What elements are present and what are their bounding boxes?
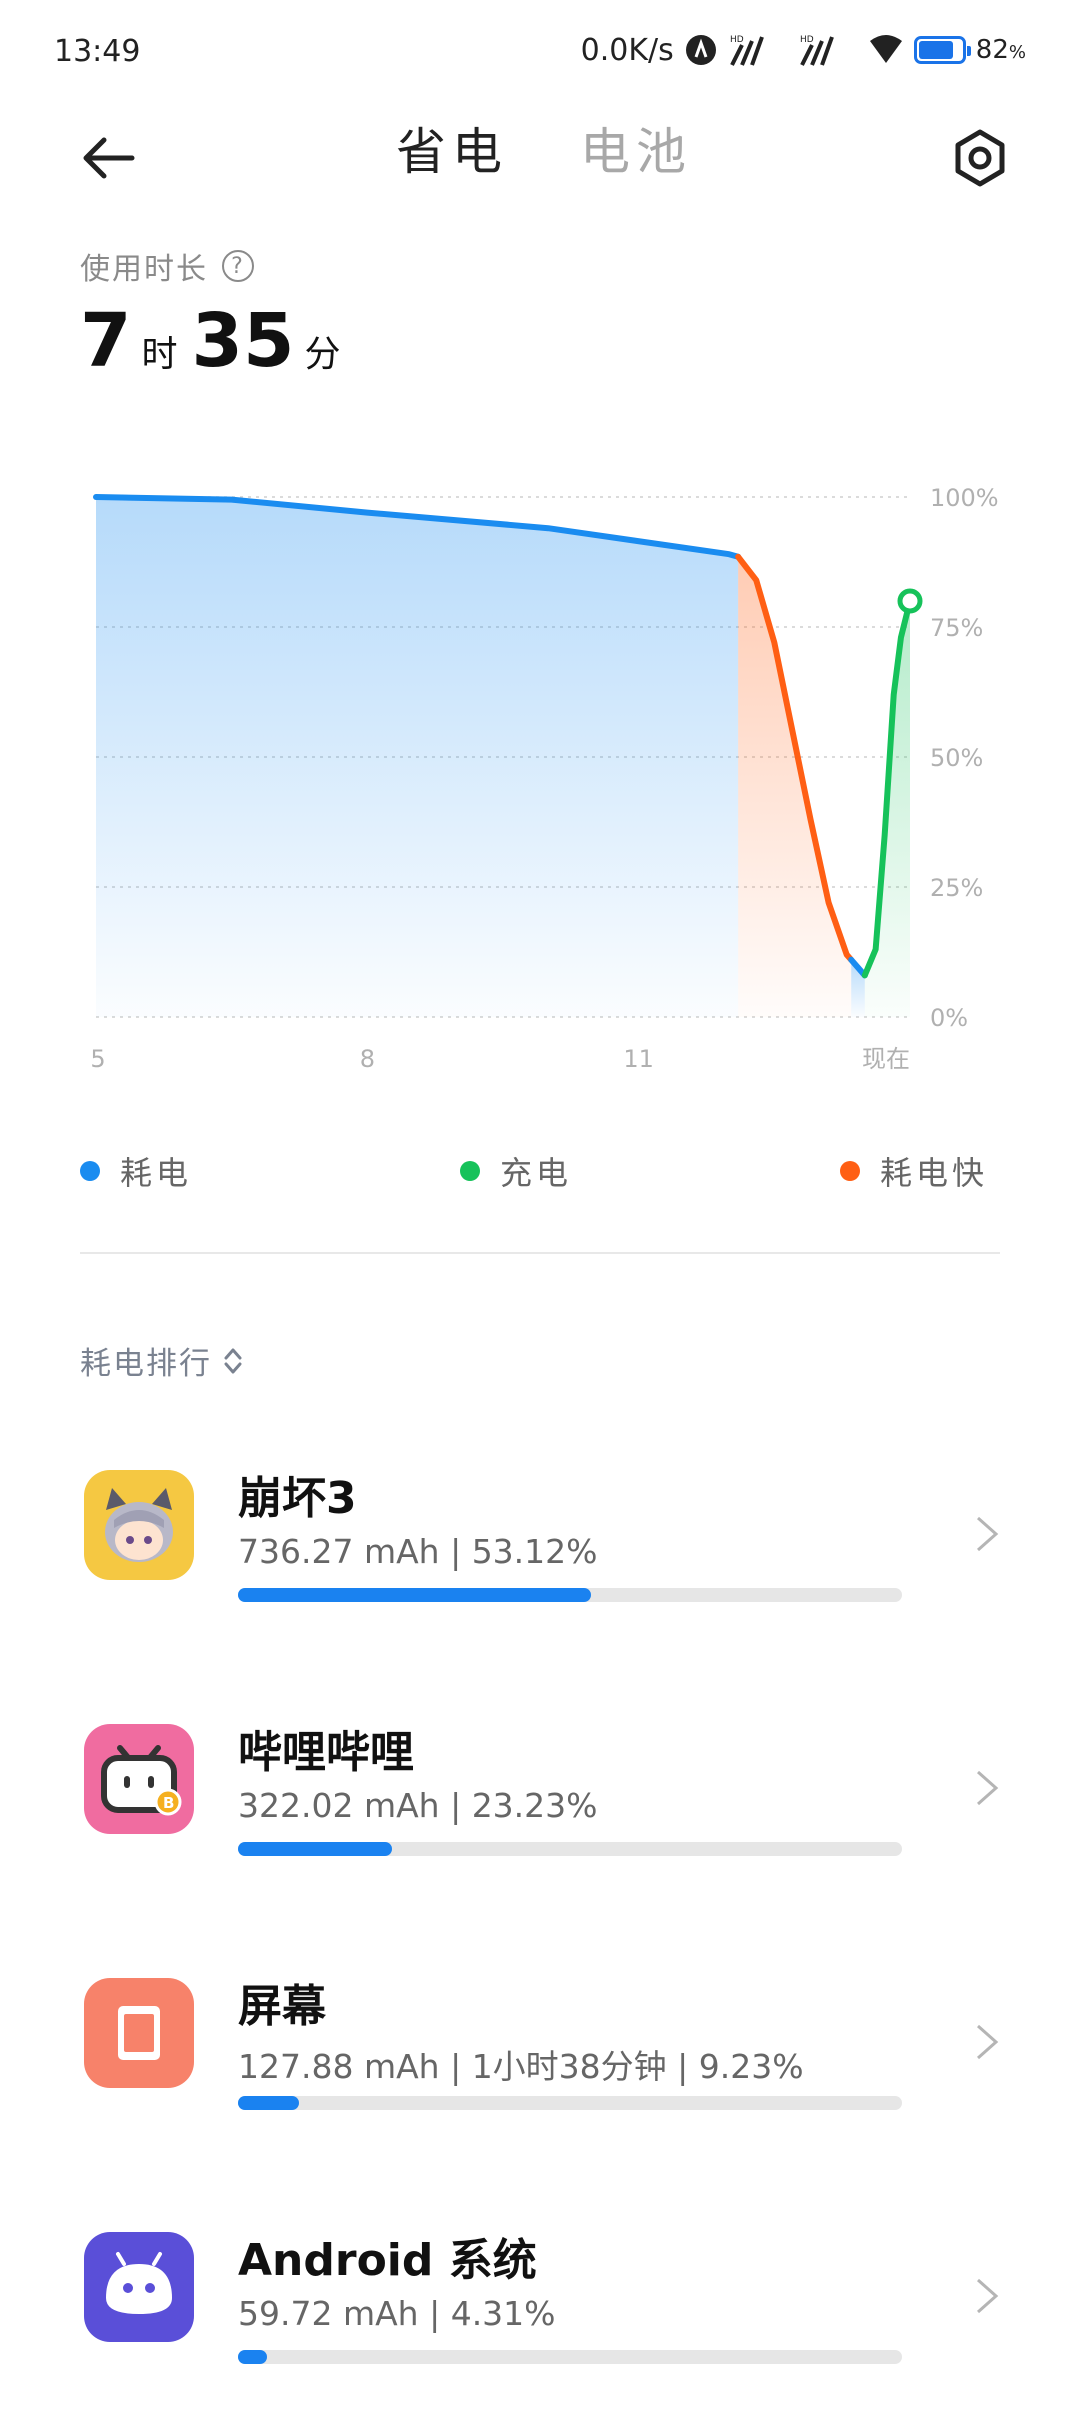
svg-text:HD: HD bbox=[730, 35, 744, 45]
series-area bbox=[96, 497, 739, 1017]
bilibili-icon: B bbox=[84, 1724, 194, 1834]
tab-power-saving[interactable]: 省电 bbox=[396, 112, 508, 184]
x-tick-label: 8 bbox=[360, 1045, 375, 1073]
android-icon bbox=[84, 2232, 194, 2342]
app-usage-detail: 59.72 mAh | 4.31% bbox=[238, 2294, 556, 2333]
current-level-marker bbox=[897, 588, 923, 614]
help-icon[interactable]: ? bbox=[222, 250, 254, 282]
legend-label-fast-discharge: 耗电快 bbox=[880, 1154, 989, 1192]
usage-minutes-unit: 分 bbox=[304, 334, 341, 375]
legend-discharge: 耗电 bbox=[80, 1148, 192, 1194]
y-tick-label: 50% bbox=[930, 744, 983, 772]
chevron-right-icon bbox=[977, 1770, 999, 1806]
y-tick-label: 25% bbox=[930, 874, 983, 902]
legend-fast-discharge: 耗电快 bbox=[840, 1148, 988, 1194]
svg-text:B: B bbox=[163, 1794, 174, 1812]
usage-bar-fill bbox=[238, 2350, 267, 2364]
ranking-item[interactable]: Android 系统 59.72 mAh | 4.31% bbox=[0, 2224, 1080, 2424]
svg-text:HD: HD bbox=[800, 35, 814, 45]
app-usage-detail: 322.02 mAh | 23.23% bbox=[238, 1786, 598, 1825]
usage-hours-unit: 时 bbox=[141, 334, 178, 375]
legend-label-discharge: 耗电 bbox=[120, 1154, 193, 1192]
net-speed: 0.0K/s bbox=[580, 32, 674, 68]
usage-minutes: 35 bbox=[191, 298, 295, 384]
y-tick-label: 0% bbox=[930, 1004, 968, 1032]
ranking-item[interactable]: B 哔哩哔哩 322.02 mAh | 23.23% bbox=[0, 1716, 1080, 1916]
ranking-item[interactable]: 崩坏3 736.27 mAh | 53.12% bbox=[0, 1462, 1080, 1662]
usage-bar-fill bbox=[238, 1842, 393, 1856]
signal-hd-icon-2: HD bbox=[800, 35, 834, 66]
usage-bar bbox=[238, 1588, 902, 1602]
chevron-right-icon bbox=[977, 1516, 999, 1552]
chevron-right-icon bbox=[977, 2278, 999, 2314]
legend-dot-discharge bbox=[80, 1161, 100, 1181]
screen-icon bbox=[84, 1978, 194, 2088]
usage-bar-fill bbox=[238, 2096, 300, 2110]
usage-bar-fill bbox=[238, 1588, 591, 1602]
battery-level-chart: 100% 75% 50% 25% 0% 5 8 11 现在 bbox=[90, 484, 999, 1073]
status-icons: 0.0K/s HD HD 82% bbox=[581, 30, 1026, 70]
usage-bar bbox=[238, 2096, 902, 2110]
chevron-right-icon bbox=[977, 2024, 999, 2060]
ranking-sort-toggle[interactable]: 耗电排行 bbox=[80, 1338, 244, 1383]
settings-gear-icon[interactable] bbox=[950, 128, 1010, 188]
ranking-title: 耗电排行 bbox=[80, 1346, 212, 1382]
y-tick-label: 75% bbox=[930, 614, 983, 642]
app-usage-detail: 736.27 mAh | 53.12% bbox=[238, 1532, 598, 1571]
usage-bar bbox=[238, 2350, 902, 2364]
legend-dot-fast-discharge bbox=[840, 1161, 860, 1181]
honkai-icon bbox=[84, 1470, 194, 1580]
legend-dot-charge bbox=[460, 1161, 480, 1181]
battery-percent: 82% bbox=[975, 35, 1026, 65]
x-tick-label: 现在 bbox=[862, 1045, 910, 1073]
app-name: 屏幕 bbox=[238, 1981, 326, 2032]
signal-hd-icon: HD bbox=[730, 35, 764, 66]
app-name: 哔哩哔哩 bbox=[238, 1727, 414, 1778]
usage-time-label: 使用时长 ? bbox=[80, 244, 254, 288]
usage-time-value: 7 时 35 分 bbox=[80, 298, 355, 384]
status-time: 13:49 bbox=[54, 34, 141, 69]
usage-bar bbox=[238, 1842, 902, 1856]
app-name: 崩坏3 bbox=[238, 1473, 357, 1524]
battery-icon bbox=[913, 36, 971, 64]
nfc-icon bbox=[685, 35, 716, 65]
back-arrow-icon[interactable] bbox=[78, 128, 138, 188]
usage-hours: 7 bbox=[80, 298, 132, 384]
wifi-icon bbox=[869, 35, 902, 63]
tab-battery[interactable]: 电池 bbox=[580, 112, 692, 184]
series-area bbox=[738, 556, 852, 1017]
x-tick-label: 11 bbox=[623, 1045, 654, 1073]
divider bbox=[80, 1252, 1000, 1254]
ranking-item[interactable]: 屏幕 127.88 mAh | 1小时38分钟 | 9.23% bbox=[0, 1970, 1080, 2170]
usage-label-text: 使用时长 bbox=[80, 252, 208, 287]
legend-charge: 充电 bbox=[460, 1148, 572, 1194]
x-tick-label: 5 bbox=[90, 1045, 105, 1073]
app-name: Android 系统 bbox=[238, 2235, 537, 2286]
legend-label-charge: 充电 bbox=[500, 1154, 573, 1192]
app-usage-detail: 127.88 mAh | 1小时38分钟 | 9.23% bbox=[238, 2047, 804, 2086]
sort-updown-icon bbox=[224, 1348, 242, 1373]
y-tick-label: 100% bbox=[930, 484, 999, 512]
